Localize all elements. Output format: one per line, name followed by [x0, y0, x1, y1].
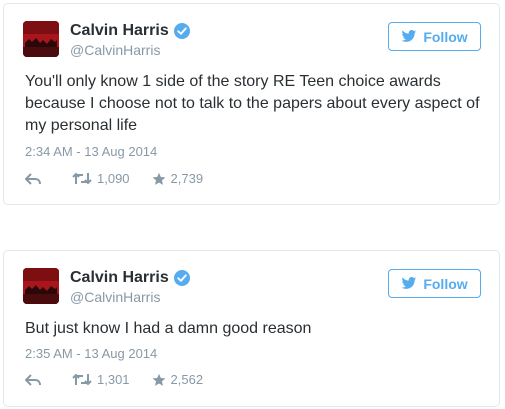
tweet-text: But just know I had a damn good reason [25, 320, 312, 337]
tweet-text: You'll only know 1 side of the story RE … [25, 73, 480, 134]
retweet-count: 1,090 [97, 171, 130, 186]
star-icon [152, 373, 165, 386]
retweet-button[interactable]: 1,090 [72, 171, 130, 186]
author-name[interactable]: Calvin Harris [70, 269, 169, 287]
tweet-actions: 1,301 2,562 [25, 372, 203, 387]
retweet-icon [72, 373, 92, 386]
tweet-card: Calvin Harris @CalvinHarris Follow But j… [3, 250, 500, 407]
star-icon [152, 172, 165, 185]
author-name[interactable]: Calvin Harris [70, 22, 169, 40]
verified-badge-icon [173, 270, 190, 286]
tweet-timestamp[interactable]: 2:34 AM - 13 Aug 2014 [25, 144, 157, 159]
follow-label: Follow [423, 28, 468, 45]
favorite-button[interactable]: 2,739 [152, 171, 204, 186]
reply-icon[interactable] [25, 373, 41, 386]
favorite-button[interactable]: 2,562 [152, 372, 204, 387]
tweet-timestamp[interactable]: 2:35 AM - 13 Aug 2014 [25, 346, 157, 361]
follow-button[interactable]: Follow [388, 269, 481, 298]
favorite-count: 2,739 [170, 171, 204, 186]
author-handle[interactable]: @CalvinHarris [70, 289, 160, 305]
retweet-button[interactable]: 1,301 [72, 372, 130, 387]
avatar[interactable] [23, 268, 59, 304]
twitter-bird-icon [401, 30, 417, 42]
retweet-icon [72, 172, 92, 185]
avatar[interactable] [23, 21, 59, 57]
tweet-card: Calvin Harris @CalvinHarris Follow You'l… [3, 3, 500, 205]
retweet-count: 1,301 [97, 372, 130, 387]
follow-button[interactable]: Follow [388, 22, 481, 51]
reply-icon[interactable] [25, 172, 41, 185]
author-handle[interactable]: @CalvinHarris [70, 42, 160, 58]
follow-label: Follow [423, 275, 468, 292]
verified-badge-icon [173, 23, 190, 39]
favorite-count: 2,562 [170, 372, 204, 387]
twitter-bird-icon [401, 277, 417, 289]
tweet-actions: 1,090 2,739 [25, 171, 203, 186]
